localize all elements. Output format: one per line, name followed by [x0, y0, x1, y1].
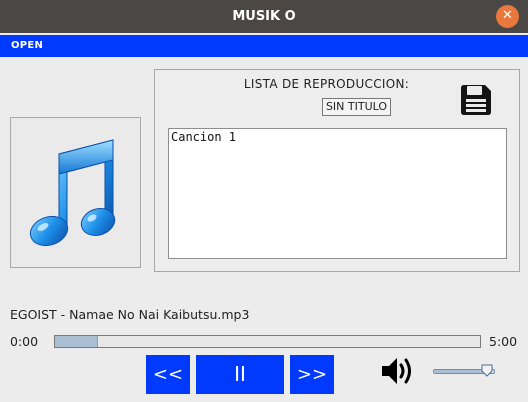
total-time: 5:00 [489, 334, 518, 349]
menu-bar: OPEN [0, 35, 528, 57]
floppy-disk-icon [461, 85, 491, 115]
song-list[interactable]: Cancion 1 [168, 128, 507, 259]
close-icon: ✕ [502, 8, 513, 23]
progress-bar[interactable] [54, 335, 481, 348]
title-bar: MUSIK O ✕ [0, 0, 528, 33]
progress-fill [55, 336, 98, 347]
current-time: 0:00 [10, 334, 39, 349]
previous-button[interactable]: << [146, 355, 190, 394]
music-note-icon [29, 139, 116, 247]
playlist-panel: LISTA DE REPRODUCCION: SIN TITULO Cancio… [154, 69, 520, 272]
playlist-name-field[interactable]: SIN TITULO [322, 98, 391, 116]
menu-open[interactable]: OPEN [11, 35, 43, 57]
save-playlist-button[interactable] [458, 82, 494, 118]
volume-slider[interactable] [433, 364, 495, 377]
song-list-item[interactable]: Cancion 1 [169, 129, 506, 145]
volume-fill [434, 370, 485, 373]
next-button[interactable]: >> [290, 355, 334, 394]
speaker-icon [382, 358, 411, 384]
window-title: MUSIK O [232, 9, 296, 24]
pause-button[interactable]: II [196, 355, 284, 394]
playlist-header: LISTA DE REPRODUCCION: [243, 77, 410, 91]
album-art-panel [10, 117, 141, 268]
volume-button[interactable] [381, 355, 415, 387]
now-playing-title: EGOIST - Namae No Nai Kaibutsu.mp3 [10, 307, 250, 322]
close-button[interactable]: ✕ [496, 5, 519, 28]
volume-slider-thumb[interactable] [481, 364, 493, 377]
